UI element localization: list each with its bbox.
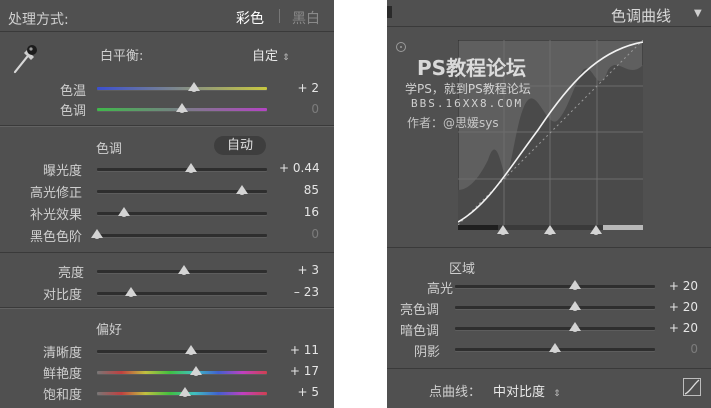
curve-darks-value[interactable]: + 20 — [658, 321, 698, 335]
panel-switch-icon[interactable] — [387, 6, 392, 18]
fill-light-value[interactable]: 16 — [279, 205, 319, 219]
contrast-slider-thumb[interactable] — [125, 287, 137, 297]
blacks-value[interactable]: 0 — [279, 227, 319, 241]
contrast-label: 对比度 — [43, 288, 83, 303]
highlights-split-handle[interactable] — [590, 225, 602, 235]
contrast-value[interactable]: – 23 — [279, 285, 319, 299]
curve-lights-value[interactable]: + 20 — [658, 300, 698, 314]
treatment-divider — [279, 9, 280, 23]
vibrance-label: 鲜艳度 — [43, 367, 83, 382]
basic-panel: 处理方式: 彩色 黑白 白平衡: 自定 ⇕ 色温 + 2 色调 0 色调 自动 … — [0, 0, 334, 408]
temp-value[interactable]: + 2 — [279, 81, 319, 95]
blacks-slider-thumb[interactable] — [91, 229, 103, 239]
clarity-slider-thumb[interactable] — [184, 345, 197, 355]
treatment-label: 处理方式: — [8, 12, 69, 28]
highlights-recovery-value[interactable]: 85 — [279, 183, 319, 197]
treatment-bw-option[interactable]: 黑白 — [292, 8, 320, 28]
region-section-label: 区域 — [449, 262, 476, 277]
curve-darks-slider-thumb[interactable] — [569, 322, 581, 332]
curve-lights-label: 亮色调 — [400, 303, 440, 318]
saturation-value[interactable]: + 5 — [279, 385, 319, 399]
divider — [0, 252, 334, 253]
exposure-value[interactable]: + 0.44 — [279, 161, 320, 175]
brightness-value[interactable]: + 3 — [279, 263, 319, 277]
white-balance-label: 白平衡: — [100, 49, 144, 64]
curve-shadows-slider-thumb[interactable] — [549, 343, 561, 353]
presence-section-label: 偏好 — [96, 323, 123, 338]
curve-shadows-value[interactable]: 0 — [658, 342, 698, 356]
brightness-slider-thumb[interactable] — [177, 265, 190, 275]
highlights-recovery-label: 高光修正 — [30, 186, 83, 201]
tint-slider-thumb[interactable] — [176, 103, 188, 113]
divider — [387, 26, 711, 27]
watermark-url: BBS.16XX8.COM — [411, 97, 524, 110]
curve-lights-slider-thumb[interactable] — [569, 301, 581, 311]
tone-curve-title[interactable]: 色调曲线 — [611, 5, 671, 26]
point-curve-value: 中对比度 — [493, 385, 546, 400]
clarity-slider-track[interactable] — [97, 350, 267, 353]
exposure-slider-track[interactable] — [97, 168, 267, 171]
curve-highlights-slider-track[interactable] — [455, 285, 655, 288]
collapse-triangle-icon[interactable]: ▼ — [694, 8, 702, 19]
divider — [387, 247, 711, 248]
curve-highlights-label: 高光 — [427, 282, 454, 297]
treatment-color-option[interactable]: 彩色 — [236, 8, 264, 28]
divider — [0, 31, 334, 32]
midtones-split-handle[interactable] — [544, 225, 556, 235]
curve-highlights-slider-thumb[interactable] — [569, 280, 581, 290]
curve-shadows-label: 阴影 — [414, 345, 441, 360]
white-balance-select[interactable]: 自定 ⇕ — [252, 45, 290, 64]
tint-label: 色调 — [60, 104, 87, 119]
brightness-label: 亮度 — [58, 266, 85, 281]
blacks-label: 黑色色阶 — [30, 230, 83, 245]
curve-darks-slider-track[interactable] — [455, 327, 655, 330]
edit-point-curve-icon[interactable] — [683, 378, 701, 396]
white-balance-value: 自定 — [252, 49, 279, 64]
temp-slider-track[interactable] — [97, 87, 267, 90]
clarity-value[interactable]: + 11 — [279, 343, 319, 357]
curve-highlights-value[interactable]: + 20 — [658, 279, 698, 293]
auto-tone-label: 自动 — [226, 138, 253, 153]
target-adjustment-icon[interactable] — [396, 42, 406, 52]
curve-lights-slider-track[interactable] — [455, 306, 655, 309]
vibrance-slider-thumb[interactable] — [189, 366, 202, 376]
shadows-split-handle[interactable] — [497, 225, 509, 235]
tint-value[interactable]: 0 — [279, 102, 319, 116]
point-curve-label: 点曲线： — [429, 385, 482, 400]
eyedropper-icon[interactable] — [10, 41, 38, 75]
fill-light-slider-thumb[interactable] — [118, 207, 131, 217]
temp-label: 色温 — [60, 84, 87, 99]
watermark-author: 作者：@思媛sys — [407, 116, 499, 130]
auto-tone-button[interactable]: 自动 — [214, 136, 266, 155]
tone-curve-panel: 色调曲线 ▼ PS教程论坛 学PS，就到PS教程论坛 BBS.16XX8.COM… — [387, 0, 711, 408]
select-arrows-icon: ⇕ — [282, 53, 290, 63]
blacks-slider-track[interactable] — [97, 234, 267, 237]
select-arrows-icon: ⇕ — [553, 389, 561, 399]
divider-highlight — [0, 308, 334, 309]
saturation-slider-thumb[interactable] — [179, 387, 192, 397]
fill-light-label: 补光效果 — [30, 208, 83, 223]
exposure-label: 曝光度 — [43, 164, 83, 179]
vibrance-value[interactable]: + 17 — [279, 364, 319, 378]
exposure-slider-thumb[interactable] — [184, 163, 197, 173]
vibrance-slider-track[interactable] — [97, 371, 267, 374]
saturation-label: 饱和度 — [43, 388, 83, 403]
point-curve-select[interactable]: 中对比度 ⇕ — [493, 381, 561, 400]
contrast-slider-track[interactable] — [97, 292, 267, 295]
watermark-subtitle: 学PS，就到PS教程论坛 — [405, 82, 531, 96]
watermark-title: PS教程论坛 — [417, 56, 527, 80]
highlights-recovery-slider-thumb[interactable] — [235, 185, 248, 195]
temp-slider-thumb[interactable] — [187, 82, 200, 92]
clarity-label: 清晰度 — [43, 346, 83, 361]
tone-section-label: 色调 — [96, 142, 123, 157]
divider — [387, 368, 711, 369]
divider-highlight — [0, 126, 334, 127]
curve-darks-label: 暗色调 — [400, 324, 440, 339]
